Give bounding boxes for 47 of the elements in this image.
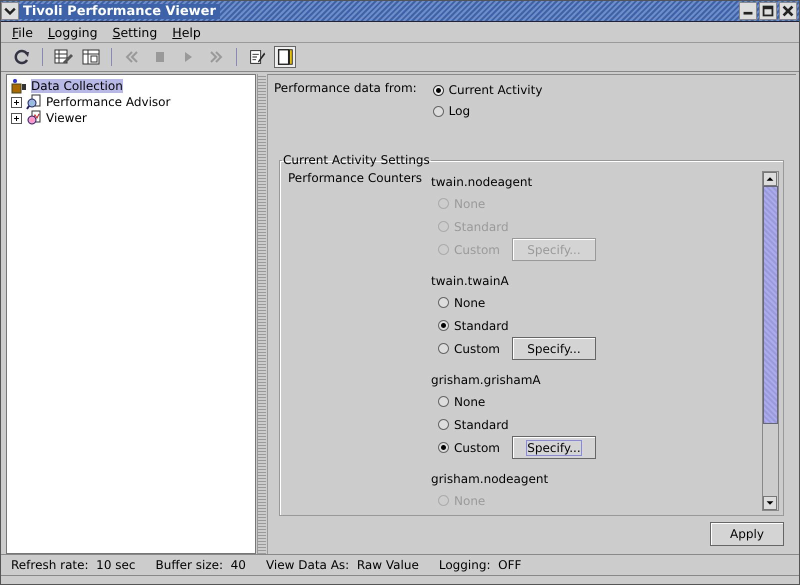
status-text: Buffer size: 40 xyxy=(156,558,246,572)
group-title: Current Activity Settings xyxy=(282,153,431,167)
radio-button[interactable]: None xyxy=(438,394,486,408)
window-title: Tivoli Performance Viewer xyxy=(19,4,220,18)
radio-dot-icon[interactable] xyxy=(432,84,444,96)
apply-button[interactable]: Apply xyxy=(710,522,784,546)
menu-item[interactable]: File xyxy=(12,24,33,40)
radio-button[interactable]: Standard xyxy=(438,318,509,332)
status-text: Refresh rate: 10 sec xyxy=(11,558,136,572)
menu-item[interactable]: Logging xyxy=(48,24,98,40)
specify-button[interactable]: Specify... xyxy=(512,436,596,459)
server-name: twain.twainA xyxy=(431,274,510,288)
tree-item[interactable]: Performance Advisor xyxy=(46,95,170,109)
radio-button[interactable]: None xyxy=(438,296,486,310)
radio-button[interactable]: Custom xyxy=(438,342,500,356)
magnifier-chart-icon xyxy=(26,110,42,126)
magnifier-document-icon xyxy=(26,94,42,110)
database-icon xyxy=(11,78,27,94)
source-label: Performance data from: xyxy=(274,81,417,97)
status-text: Logging: OFF xyxy=(438,558,522,572)
specify-button[interactable]: Specify... xyxy=(512,337,596,360)
radio-dot-icon[interactable] xyxy=(432,106,444,116)
radio-button[interactable]: Standard xyxy=(438,418,509,432)
window-menu-icon[interactable] xyxy=(1,2,19,20)
radio-button[interactable]: Custom xyxy=(438,440,500,454)
maximize-icon[interactable] xyxy=(759,2,777,20)
server-name: grisham.nodeagent xyxy=(431,472,550,486)
radio-button[interactable]: Log xyxy=(432,104,542,118)
expand-icon[interactable] xyxy=(11,96,22,108)
status-text: View Data As: Raw Value xyxy=(266,558,419,572)
close-icon[interactable] xyxy=(779,2,797,20)
panel-view-icon[interactable] xyxy=(274,46,296,68)
minimize-icon[interactable] xyxy=(739,2,757,20)
expand-icon[interactable] xyxy=(11,112,22,124)
counters-label: Performance Counters xyxy=(288,171,424,187)
scroll-thumb[interactable] xyxy=(763,186,778,424)
menu-item[interactable]: Setting xyxy=(112,24,158,40)
scroll-up-icon[interactable] xyxy=(763,172,777,186)
tree-item[interactable]: Data Collection xyxy=(31,79,123,93)
server-name: grisham.grishamA xyxy=(431,373,542,387)
scroll-down-icon[interactable] xyxy=(763,496,777,510)
menu-item[interactable]: Help xyxy=(172,24,201,40)
radio-button[interactable]: Current Activity xyxy=(432,83,542,97)
server-name: twain.nodeagent xyxy=(431,175,534,189)
tree-item[interactable]: Viewer xyxy=(46,111,87,125)
splitter-handle[interactable] xyxy=(257,74,266,554)
scrollbar[interactable] xyxy=(762,171,779,511)
